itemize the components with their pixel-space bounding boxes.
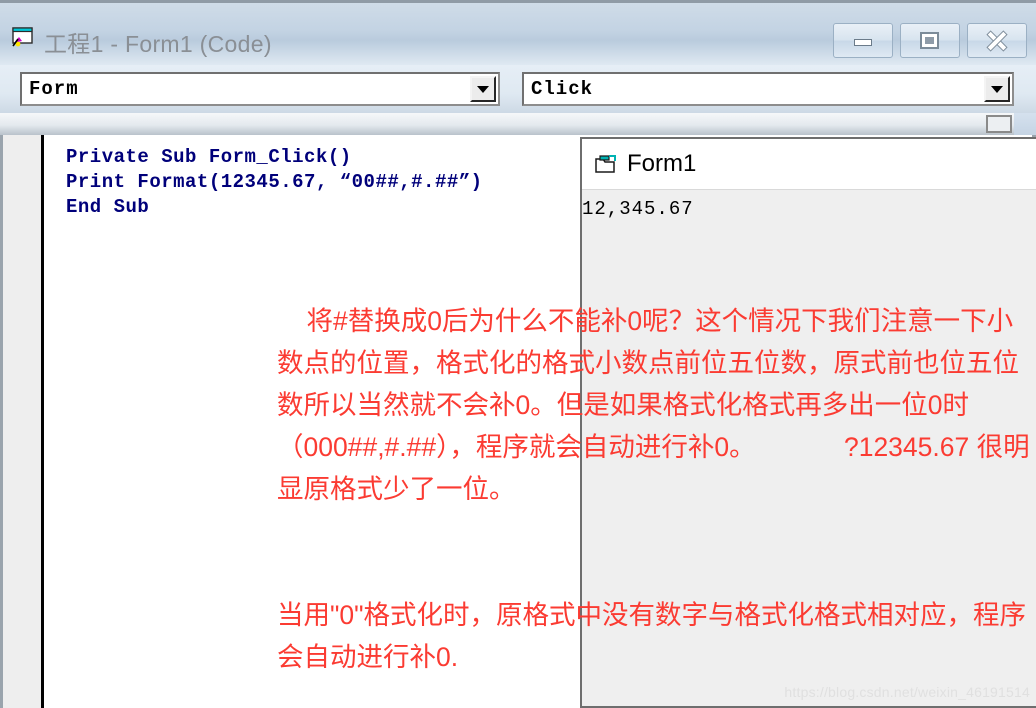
form1-titlebar: Form1 — [582, 139, 1036, 190]
watermark: https://blog.csdn.net/weixin_46191514 — [784, 684, 1030, 700]
editor-combo-row: Form Click — [0, 65, 1036, 113]
annotation-paragraph-1: 将#替换成0后为什么不能补0呢？这个情况下我们注意一下小数点的位置，格式化的格式… — [277, 306, 1030, 504]
procedure-combobox[interactable]: Click — [522, 72, 1014, 106]
code-margin-indicator-bar[interactable] — [3, 135, 44, 708]
code-pane-topbar — [0, 113, 1036, 135]
form-icon — [594, 153, 618, 175]
close-icon — [986, 30, 1008, 52]
page-title: 工程1 - Form1 (Code) — [44, 31, 272, 57]
screenshot-root: 工程1 - Form1 (Code) Form Click Private Su… — [0, 0, 1036, 708]
chevron-down-icon[interactable] — [470, 76, 496, 102]
window-controls — [833, 23, 1027, 58]
minimize-button[interactable] — [833, 23, 893, 58]
object-combobox[interactable]: Form — [20, 72, 500, 106]
form1-print-output: 12,345.67 — [582, 198, 694, 220]
window-titlebar: 工程1 - Form1 (Code) — [0, 3, 1036, 65]
scroll-up-button[interactable] — [986, 115, 1012, 133]
minimize-icon — [854, 38, 872, 46]
restore-icon — [920, 31, 939, 49]
annotation-overlay: 将#替换成0后为什么不能补0呢？这个情况下我们注意一下小数点的位置，格式化的格式… — [277, 258, 1035, 708]
annotation-paragraph-2: 当用"0"格式化时，原格式中没有数字与格式化格式相对应，程序会自动进行补0. — [277, 600, 1027, 672]
code-text[interactable]: Private Sub Form_Click() Print Format(12… — [66, 145, 483, 220]
vertical-scrollbar[interactable] — [1014, 113, 1036, 135]
vb-form-code-icon — [10, 25, 36, 49]
object-combobox-value: Form — [29, 78, 79, 100]
chevron-down-icon[interactable] — [984, 76, 1010, 102]
procedure-combobox-value: Click — [531, 78, 594, 100]
form1-title: Form1 — [627, 150, 697, 177]
close-button[interactable] — [967, 23, 1027, 58]
restore-button[interactable] — [900, 23, 960, 58]
